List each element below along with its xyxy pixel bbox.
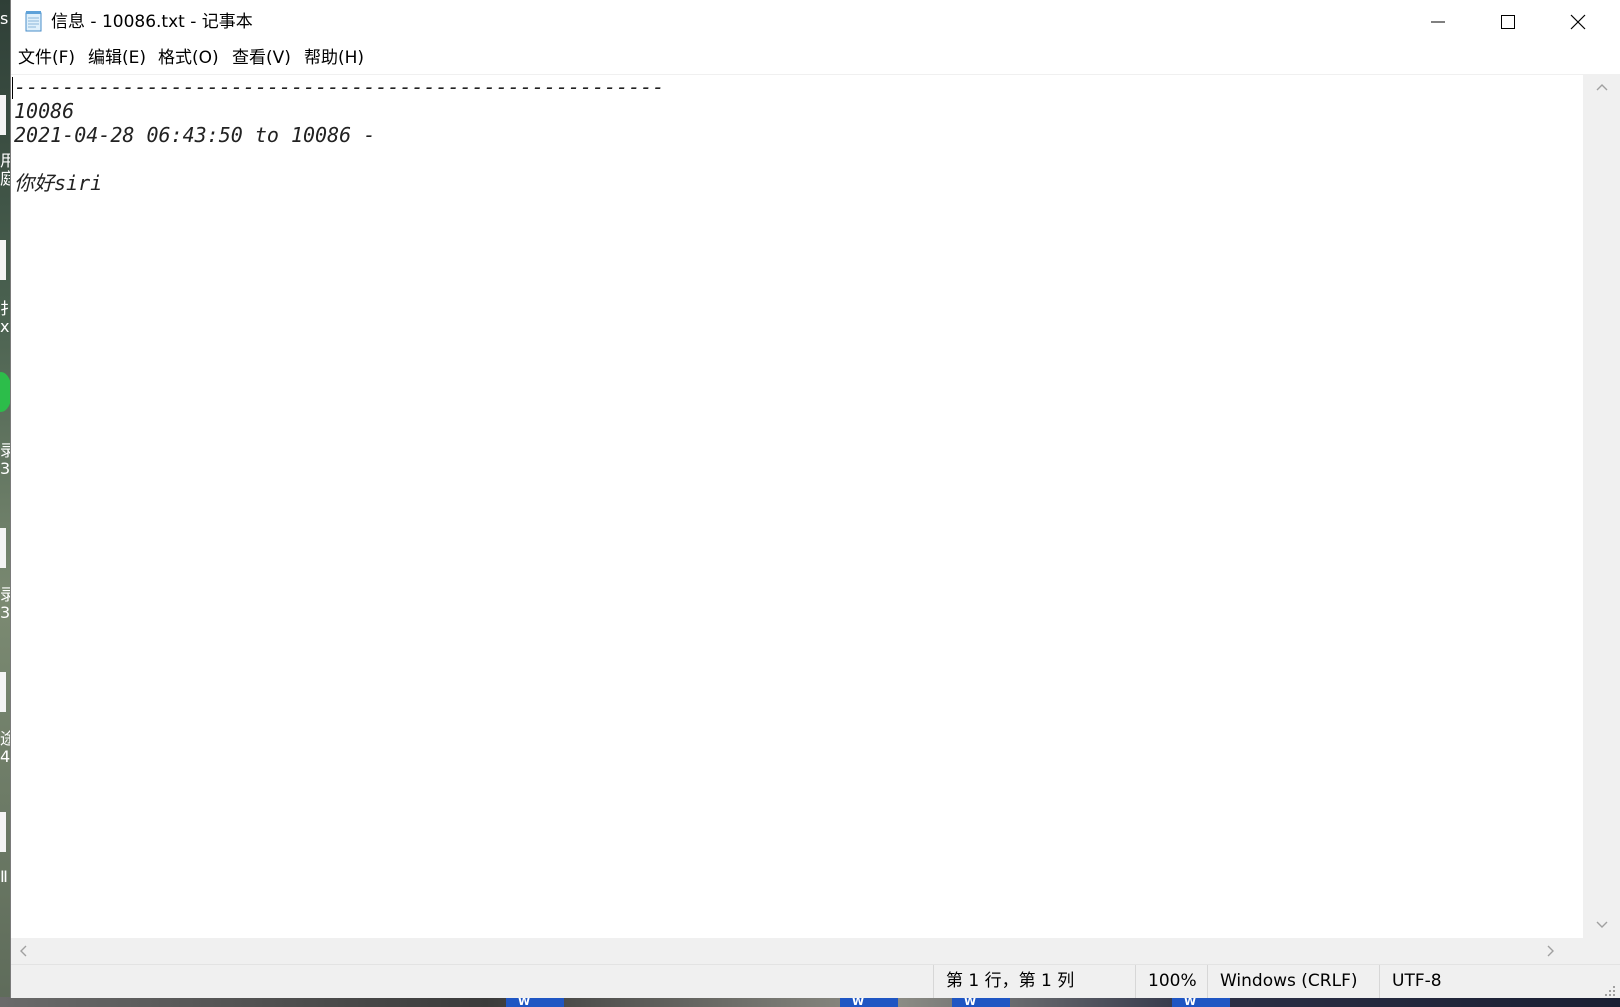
desktop-bottom-edge: W W W W [0, 997, 1620, 1007]
desktop-file-icon[interactable] [0, 240, 6, 280]
desktop-file-icon[interactable] [0, 95, 6, 135]
word-document-icon[interactable]: W [952, 997, 1010, 1007]
vertical-scrollbar[interactable] [1583, 74, 1620, 938]
editor-content[interactable]: ----------------------------------------… [14, 75, 1583, 195]
scrollbar-corner [1583, 938, 1620, 964]
window-title: 信息 - 10086.txt - 记事本 [51, 12, 253, 32]
status-encoding: UTF-8 [1379, 965, 1442, 998]
status-zoom: 100% [1135, 965, 1197, 998]
desktop-icon-label-fragment: Ⅱ [0, 868, 8, 886]
status-line-ending: Windows (CRLF) [1207, 965, 1358, 998]
maximize-icon [1501, 15, 1515, 29]
chevron-left-icon [20, 945, 27, 957]
minimize-button[interactable] [1403, 0, 1473, 44]
desktop-icon-label-fragment: 用庭 [0, 152, 11, 188]
desktop-file-icon[interactable] [0, 672, 6, 712]
notepad-window: 信息 - 10086.txt - 记事本 文件(F) 编辑(E) 格式(O) 查… [11, 0, 1620, 998]
horizontal-scrollbar[interactable] [11, 938, 1583, 964]
close-icon [1570, 14, 1586, 30]
menu-bar: 文件(F) 编辑(E) 格式(O) 查看(V) 帮助(H) [11, 44, 1620, 74]
status-bar: 第 1 行，第 1 列 100% Windows (CRLF) UTF-8 [11, 964, 1620, 998]
chevron-down-icon [1596, 921, 1607, 928]
menu-format[interactable]: 格式(O) [153, 46, 224, 70]
desktop-icon-label-fragment: 途4 [0, 730, 11, 766]
menu-help[interactable]: 帮助(H) [299, 46, 369, 70]
desktop-file-icon[interactable] [0, 812, 6, 852]
text-caret [12, 77, 13, 99]
text-editor[interactable]: ----------------------------------------… [11, 74, 1583, 939]
desktop-file-icon[interactable] [0, 528, 6, 568]
chevron-right-icon [1547, 945, 1554, 957]
title-bar[interactable]: 信息 - 10086.txt - 记事本 [11, 0, 1620, 44]
notepad-icon [24, 10, 44, 32]
desktop-icon-label-fragment: s [0, 10, 9, 28]
desktop-icon-label-fragment: 录3 [0, 586, 11, 622]
resize-grip-icon[interactable] [1604, 982, 1616, 996]
minimize-icon [1431, 21, 1445, 23]
menu-view[interactable]: 查看(V) [227, 46, 296, 70]
scroll-up-button[interactable] [1583, 74, 1620, 100]
desktop-icon-label-fragment: 录3 [0, 442, 11, 478]
desktop-icon-label-fragment: 扌x [0, 300, 11, 336]
scroll-down-button[interactable] [1583, 912, 1620, 938]
chevron-up-icon [1596, 84, 1607, 91]
word-document-icon[interactable]: W [1172, 997, 1230, 1007]
scroll-right-button[interactable] [1539, 938, 1563, 964]
word-document-icon[interactable]: W [840, 997, 898, 1007]
close-button[interactable] [1543, 0, 1613, 44]
maximize-button[interactable] [1473, 0, 1543, 44]
word-document-icon[interactable]: W [506, 997, 564, 1007]
menu-file[interactable]: 文件(F) [13, 46, 80, 70]
scroll-left-button[interactable] [11, 938, 35, 964]
menu-edit[interactable]: 编辑(E) [83, 46, 151, 70]
status-cursor-position: 第 1 行，第 1 列 [933, 965, 1074, 998]
